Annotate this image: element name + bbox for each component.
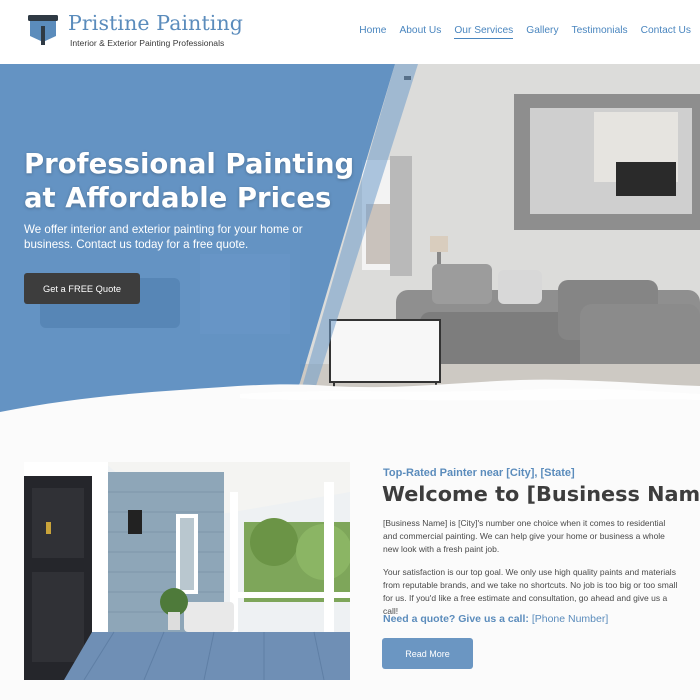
nav-contact-us[interactable]: Contact Us (641, 25, 691, 39)
brand-name[interactable]: Pristine Painting (68, 11, 243, 35)
porch-photo (24, 462, 350, 680)
satisfaction-paragraph: Your satisfaction is our top goal. We on… (383, 567, 678, 616)
section-eyebrow: Top-Rated Painter near [City], [State] (383, 467, 575, 479)
nav-home[interactable]: Home (359, 25, 386, 39)
call-line: Need a quote? Give us a call: [Phone Num… (383, 613, 608, 625)
intro-paragraph: [Business Name] is [City]'s number one c… (383, 518, 666, 554)
brand-tagline: Interior & Exterior Painting Professiona… (70, 38, 225, 48)
nav-testimonials[interactable]: Testimonials (572, 25, 628, 39)
paint-roller-icon[interactable] (27, 14, 60, 46)
hero-title: Professional Painting at Affordable Pric… (24, 148, 355, 214)
nav-about-us[interactable]: About Us (399, 25, 441, 39)
hero-subtitle: We offer interior and exterior painting … (24, 223, 303, 251)
nav-gallery[interactable]: Gallery (526, 25, 558, 39)
welcome-section: Top-Rated Painter near [City], [State] W… (0, 416, 700, 700)
get-free-quote-button[interactable]: Get a FREE Quote (24, 273, 140, 304)
phone-number[interactable]: [Phone Number] (532, 613, 608, 625)
main-nav: Home About Us Our Services Gallery Testi… (359, 25, 691, 39)
hero-banner: Professional Painting at Affordable Pric… (0, 64, 700, 416)
welcome-title: Welcome to [Business Name] (382, 482, 700, 506)
call-label: Need a quote? Give us a call: (383, 613, 529, 625)
read-more-button[interactable]: Read More (382, 638, 473, 669)
site-header: Pristine Painting Interior & Exterior Pa… (0, 0, 700, 64)
nav-our-services[interactable]: Our Services (454, 25, 514, 39)
